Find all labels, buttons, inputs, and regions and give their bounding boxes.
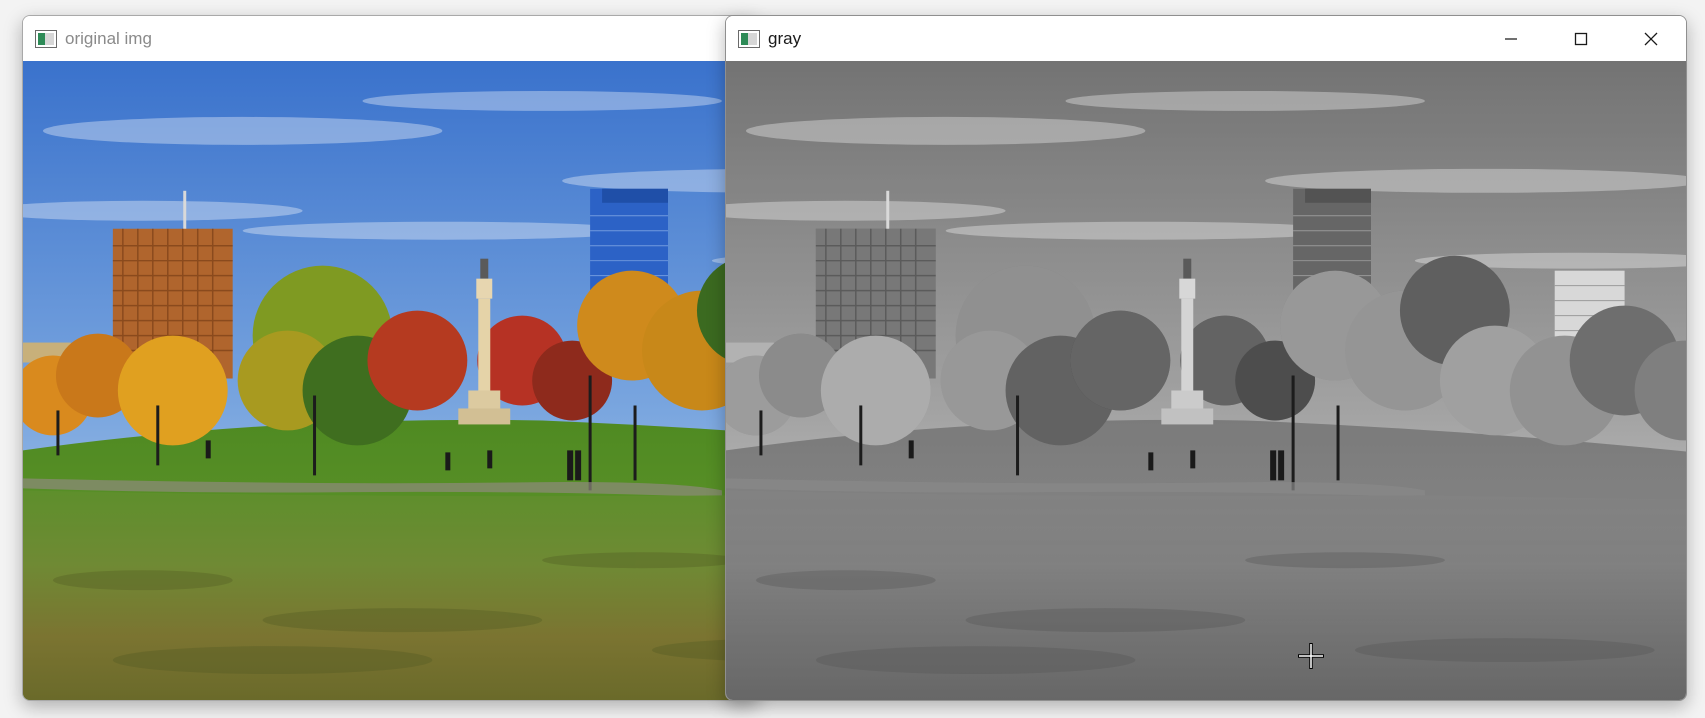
app-icon xyxy=(738,29,760,48)
window-title: gray xyxy=(768,28,802,48)
window-title: original img xyxy=(65,28,152,48)
image-canvas[interactable] xyxy=(726,61,1686,700)
title-bar[interactable]: gray xyxy=(726,16,1686,61)
color-park-image xyxy=(23,61,758,700)
maximize-button[interactable] xyxy=(1546,16,1616,61)
close-icon xyxy=(1644,32,1658,45)
title-bar[interactable]: original img xyxy=(23,16,758,61)
close-button[interactable] xyxy=(1616,16,1686,61)
caption-buttons xyxy=(1476,16,1686,61)
grayscale-park-image xyxy=(726,61,1686,700)
minimize-button[interactable] xyxy=(1476,16,1546,61)
app-icon xyxy=(35,29,57,48)
original-image-window[interactable]: original img xyxy=(22,15,759,701)
gray-image-window[interactable]: gray xyxy=(725,15,1687,701)
crosshair-cursor-icon xyxy=(1298,643,1324,669)
maximize-icon xyxy=(1574,32,1588,45)
image-canvas[interactable] xyxy=(23,61,758,700)
minimize-icon xyxy=(1505,37,1517,40)
